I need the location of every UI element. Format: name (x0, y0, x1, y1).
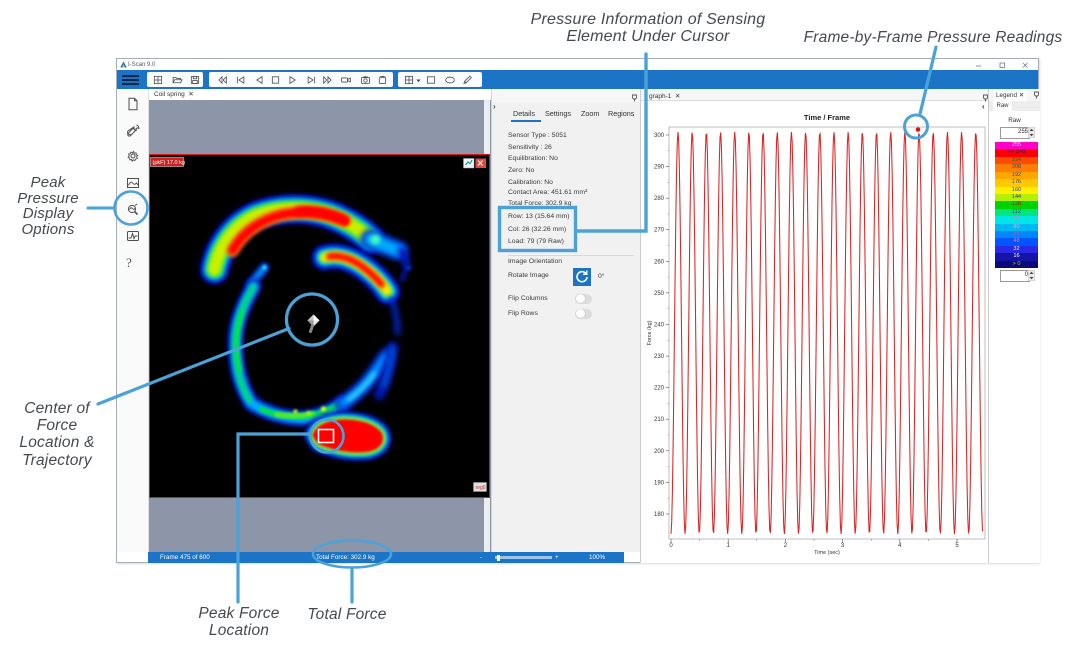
svg-text:280: 280 (654, 196, 665, 202)
svg-text:180: 180 (654, 512, 665, 518)
svg-text:190: 190 (654, 480, 665, 486)
svg-text:260: 260 (654, 259, 665, 265)
svg-text:(pkF) 17.0 kg: (pkF) 17.0 kg (152, 160, 184, 166)
svg-text:300: 300 (654, 133, 665, 139)
svg-text:2: 2 (784, 543, 788, 549)
svg-text:290: 290 (654, 165, 665, 171)
svg-text:4: 4 (898, 543, 902, 549)
svg-text:210: 210 (654, 417, 665, 423)
svg-text:5: 5 (955, 543, 959, 549)
svg-text:270: 270 (654, 228, 665, 234)
svg-text:250: 250 (654, 291, 665, 297)
svg-text:Time (sec): Time (sec) (814, 550, 840, 556)
svg-text:220: 220 (654, 386, 665, 392)
svg-text:1: 1 (727, 543, 731, 549)
svg-text:3: 3 (841, 543, 845, 549)
svg-text:Time / Frame: Time / Frame (804, 113, 850, 122)
svg-text:Force (kg): Force (kg) (647, 320, 653, 345)
svg-text:230: 230 (654, 354, 665, 360)
svg-text:reg0: reg0 (475, 485, 485, 491)
svg-text:240: 240 (654, 323, 665, 329)
svg-text:200: 200 (654, 449, 665, 455)
svg-text:0: 0 (669, 543, 673, 549)
